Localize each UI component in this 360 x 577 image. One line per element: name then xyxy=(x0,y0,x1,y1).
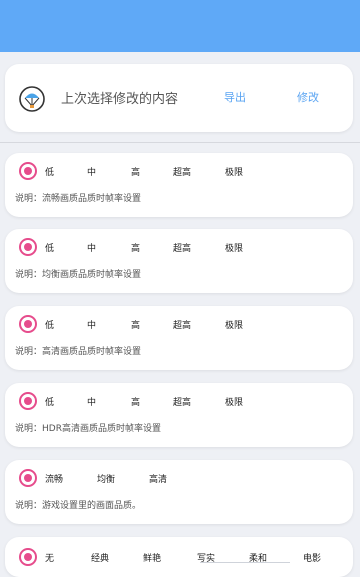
option-medium[interactable]: 中 xyxy=(87,318,96,331)
setting-description: 说明：HDR高清画质品质时帧率设置 xyxy=(15,424,161,434)
option-ultra[interactable]: 超高 xyxy=(173,318,191,331)
option-extreme[interactable]: 极限 xyxy=(225,395,243,408)
setting-description: 说明：均衡画质品质时帧率设置 xyxy=(15,270,142,280)
section-divider xyxy=(0,142,360,143)
selected-radio[interactable] xyxy=(19,238,37,256)
option-none[interactable]: 无 xyxy=(45,551,54,564)
selected-radio[interactable] xyxy=(19,469,37,487)
option-hd[interactable]: 高清 xyxy=(149,472,167,485)
setting-description: 说明：高清画质品质时帧率设置 xyxy=(15,347,142,357)
setting-card-smooth-fps: 低 中 高 超高 极限 说明：流畅画质品质时帧率设置 xyxy=(5,153,353,217)
option-high[interactable]: 高 xyxy=(131,395,140,408)
option-smooth[interactable]: 流畅 xyxy=(45,472,63,485)
selected-radio[interactable] xyxy=(19,392,37,410)
option-extreme[interactable]: 极限 xyxy=(225,318,243,331)
option-vivid[interactable]: 鲜艳 xyxy=(143,551,161,564)
setting-description: 说明：游戏设置里的画面品质。 xyxy=(15,501,142,511)
setting-card-graphics-quality: 流畅 均衡 高清 说明：游戏设置里的画面品质。 xyxy=(5,460,353,524)
option-high[interactable]: 高 xyxy=(131,165,140,178)
option-medium[interactable]: 中 xyxy=(87,165,96,178)
option-classic[interactable]: 经典 xyxy=(91,551,109,564)
setting-card-balanced-fps: 低 中 高 超高 极限 说明：均衡画质品质时帧率设置 xyxy=(5,229,353,293)
home-indicator xyxy=(200,562,290,568)
option-high[interactable]: 高 xyxy=(131,318,140,331)
setting-description: 说明：流畅画质品质时帧率设置 xyxy=(15,194,142,204)
option-ultra[interactable]: 超高 xyxy=(173,241,191,254)
setting-card-hdr-fps: 低 中 高 超高 极限 说明：HDR高清画质品质时帧率设置 xyxy=(5,383,353,447)
setting-card-hd-fps: 低 中 高 超高 极限 说明：高清画质品质时帧率设置 xyxy=(5,306,353,370)
option-medium[interactable]: 中 xyxy=(87,395,96,408)
last-selection-title: 上次选择修改的内容 xyxy=(61,92,179,107)
modify-button[interactable]: 修改 xyxy=(297,89,319,105)
option-ultra[interactable]: 超高 xyxy=(173,395,191,408)
option-high[interactable]: 高 xyxy=(131,241,140,254)
option-extreme[interactable]: 极限 xyxy=(225,241,243,254)
option-balanced[interactable]: 均衡 xyxy=(97,472,115,485)
option-medium[interactable]: 中 xyxy=(87,241,96,254)
export-button[interactable]: 导出 xyxy=(224,89,246,105)
selected-radio[interactable] xyxy=(19,315,37,333)
option-movie[interactable]: 电影 xyxy=(303,551,321,564)
option-extreme[interactable]: 极限 xyxy=(225,165,243,178)
selected-radio[interactable] xyxy=(19,548,37,566)
option-ultra[interactable]: 超高 xyxy=(173,165,191,178)
selected-radio[interactable] xyxy=(19,162,37,180)
parachute-icon xyxy=(19,86,45,112)
top-bar xyxy=(0,0,360,52)
option-low[interactable]: 低 xyxy=(45,395,54,408)
last-selection-card: 上次选择修改的内容 导出 修改 xyxy=(5,64,353,132)
option-low[interactable]: 低 xyxy=(45,318,54,331)
option-low[interactable]: 低 xyxy=(45,165,54,178)
setting-card-style: 无 经典 鲜艳 写实 柔和 电影 xyxy=(5,537,353,577)
option-low[interactable]: 低 xyxy=(45,241,54,254)
